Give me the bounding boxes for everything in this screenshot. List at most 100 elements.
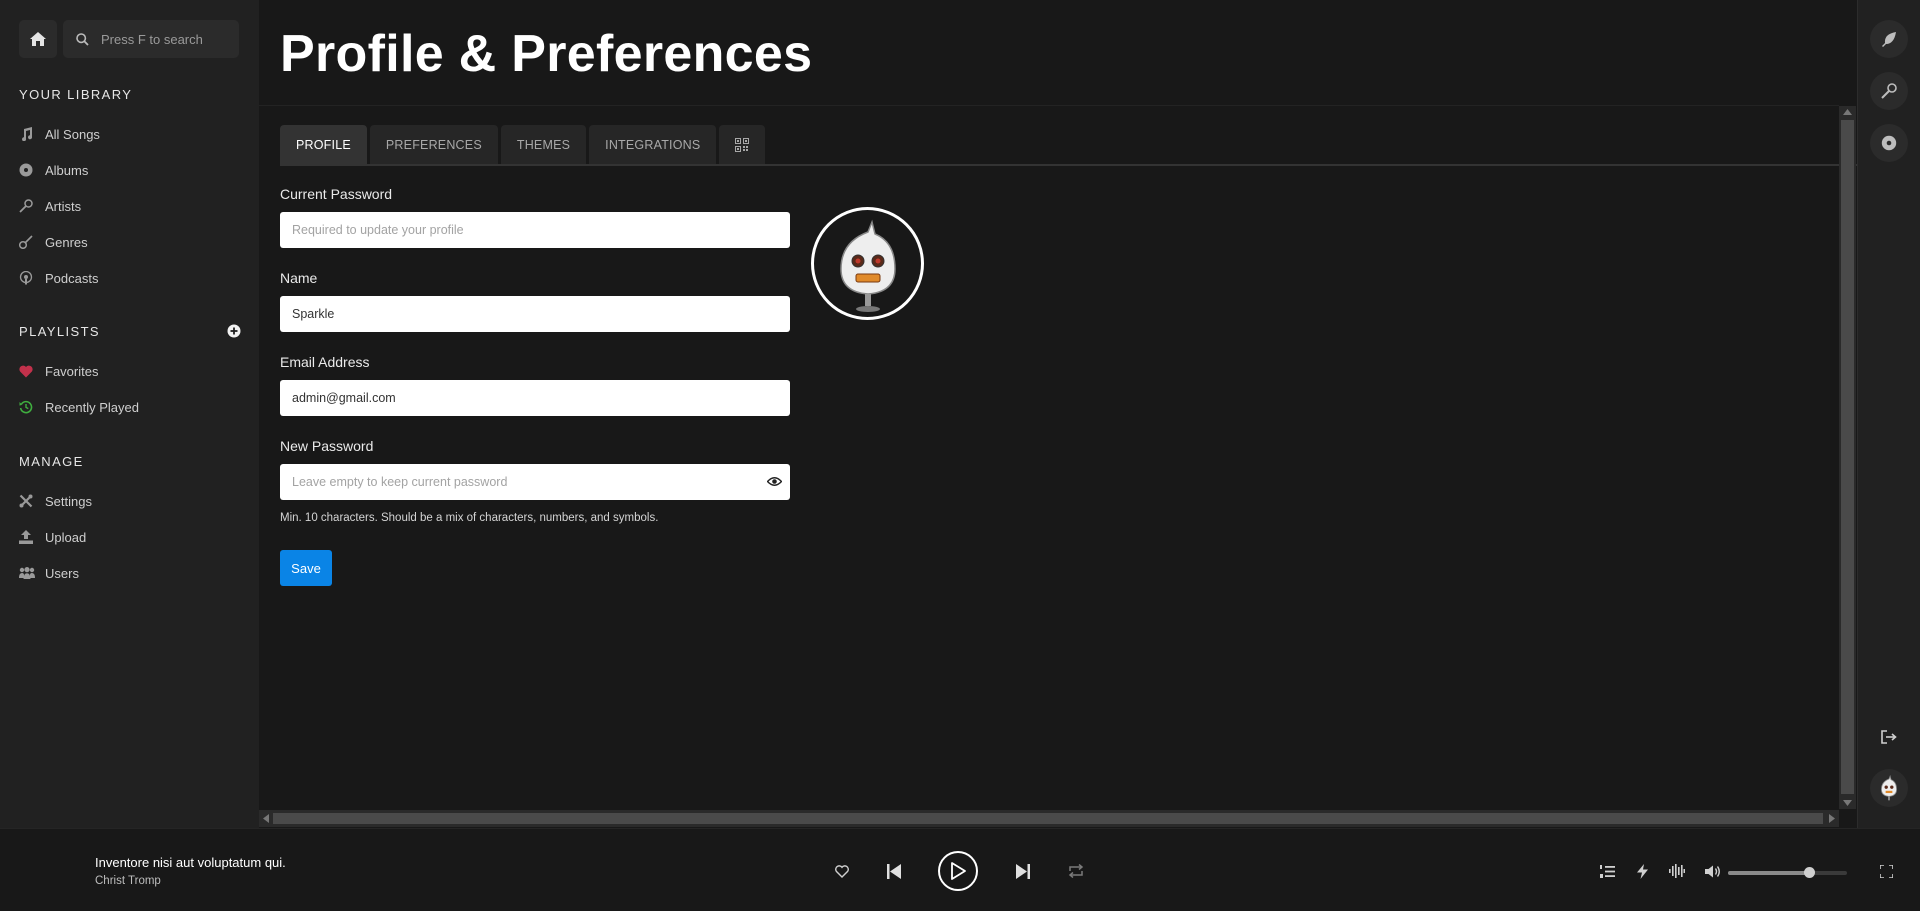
add-playlist-button[interactable]: [227, 324, 241, 338]
sidebar-item-label: Artists: [45, 198, 82, 214]
mute-button[interactable]: [1703, 861, 1723, 881]
current-password-field[interactable]: [280, 212, 790, 248]
user-avatar-button[interactable]: [1870, 769, 1908, 807]
save-button[interactable]: Save: [280, 550, 332, 586]
search-input[interactable]: [101, 31, 231, 47]
track-title[interactable]: Inventore nisi aut voluptatum qui.: [95, 855, 286, 870]
microphone-icon: [1881, 83, 1897, 99]
vertical-scrollbar-thumb[interactable]: [1841, 120, 1854, 794]
track-artist[interactable]: Christ Tromp: [95, 875, 161, 887]
disc-icon: [1881, 135, 1897, 151]
tab-qr-code[interactable]: [719, 125, 766, 164]
tab-preferences[interactable]: PREFERENCES: [369, 125, 498, 164]
repeat-button[interactable]: [1066, 861, 1086, 881]
volume-slider[interactable]: [1728, 867, 1847, 878]
playlists-heading-text: PLAYLISTS: [19, 323, 101, 339]
previous-button[interactable]: [884, 861, 904, 881]
shortcuts-button[interactable]: [1632, 861, 1652, 881]
like-button[interactable]: [832, 861, 852, 881]
qr-code-icon: [735, 137, 750, 152]
feather-icon: [1881, 31, 1897, 47]
sidebar-item-genres[interactable]: Genres: [19, 224, 241, 260]
artist-info-button[interactable]: [1870, 72, 1908, 110]
horizontal-scrollbar[interactable]: [259, 810, 1839, 827]
player-bar: Inventore nisi aut voluptatum qui. Chris…: [0, 828, 1920, 911]
lyrics-button[interactable]: [1870, 20, 1908, 58]
waveform-icon: [1669, 864, 1685, 878]
fullscreen-button[interactable]: [1876, 861, 1896, 881]
tools-icon: [19, 494, 45, 508]
sidebar-item-label: Settings: [45, 493, 92, 509]
sidebar-item-label: Recently Played: [45, 399, 139, 415]
sidebar-item-albums[interactable]: Albums: [19, 152, 241, 188]
page-title: Profile & Preferences: [280, 25, 813, 83]
podcast-icon: [19, 271, 45, 285]
playlists-section: PLAYLISTS Favorites Recently Played: [19, 321, 241, 425]
heart-icon: [19, 365, 45, 378]
tab-integrations[interactable]: INTEGRATIONS: [589, 125, 717, 164]
tabs-divider: [280, 164, 1860, 166]
queue-list-icon: [1599, 864, 1615, 878]
sidebar-item-artists[interactable]: Artists: [19, 188, 241, 224]
sidebar-item-users[interactable]: Users: [19, 555, 241, 591]
sidebar-item-label: Genres: [45, 234, 88, 250]
search-box: [63, 20, 239, 58]
show-password-icon[interactable]: [767, 474, 782, 489]
password-hint: Min. 10 characters. Should be a mix of c…: [280, 512, 659, 524]
plus-circle-icon: [227, 324, 241, 338]
header-divider: [259, 105, 1839, 106]
users-icon: [19, 567, 45, 579]
sidebar-top: [19, 20, 239, 58]
sidebar-item-upload[interactable]: Upload: [19, 519, 241, 555]
skip-forward-icon: [1016, 863, 1030, 879]
home-button[interactable]: [19, 20, 57, 58]
library-heading-text: YOUR LIBRARY: [19, 86, 133, 102]
history-icon: [19, 400, 45, 414]
right-rail: [1857, 0, 1920, 828]
volume-slider-knob[interactable]: [1803, 867, 1815, 878]
sidebar-item-label: All Songs: [45, 126, 100, 142]
skip-back-icon: [887, 863, 901, 879]
volume-icon: [1705, 865, 1721, 878]
vertical-scrollbar[interactable]: [1839, 106, 1856, 809]
play-button[interactable]: [938, 851, 978, 891]
sidebar-item-label: Albums: [45, 162, 89, 178]
sidebar-item-recently-played[interactable]: Recently Played: [19, 389, 241, 425]
bolt-icon: [1636, 863, 1648, 879]
disc-icon: [19, 163, 45, 177]
logout-button[interactable]: [1870, 718, 1908, 756]
home-icon: [30, 32, 46, 46]
upload-icon: [19, 530, 45, 544]
playlists-heading: PLAYLISTS: [19, 321, 241, 341]
album-info-button[interactable]: [1870, 124, 1908, 162]
music-note-icon: [19, 127, 45, 141]
current-password-label: Current Password: [280, 186, 393, 202]
next-button[interactable]: [1013, 861, 1033, 881]
new-password-field[interactable]: [280, 464, 790, 500]
sidebar-item-label: Favorites: [45, 363, 99, 379]
sidebar-item-settings[interactable]: Settings: [19, 483, 241, 519]
tab-profile[interactable]: PROFILE: [280, 125, 367, 164]
sidebar-item-all-songs[interactable]: All Songs: [19, 116, 241, 152]
profile-avatar[interactable]: [811, 207, 924, 320]
visualizer-button[interactable]: [1667, 861, 1687, 881]
email-label: Email Address: [280, 354, 370, 370]
email-field[interactable]: [280, 380, 790, 416]
logout-icon: [1881, 730, 1897, 744]
fullscreen-icon: [1879, 864, 1893, 878]
horizontal-scrollbar-thumb[interactable]: [273, 813, 1823, 824]
play-icon: [950, 862, 966, 880]
sidebar: YOUR LIBRARY All Songs Albums Artists Ge…: [0, 0, 259, 828]
manage-heading: MANAGE: [19, 451, 241, 471]
name-field[interactable]: [280, 296, 790, 332]
queue-button[interactable]: [1597, 861, 1617, 881]
sidebar-item-podcasts[interactable]: Podcasts: [19, 260, 241, 296]
guitar-icon: [19, 235, 45, 249]
tab-themes[interactable]: THEMES: [500, 125, 587, 164]
tab-bar: PROFILE PREFERENCES THEMES INTEGRATIONS: [280, 125, 766, 164]
sidebar-item-favorites[interactable]: Favorites: [19, 353, 241, 389]
volume-slider-fill: [1728, 871, 1809, 875]
sidebar-item-label: Upload: [45, 529, 87, 545]
avatar-image: [839, 219, 896, 312]
library-section: YOUR LIBRARY All Songs Albums Artists Ge…: [19, 84, 241, 296]
